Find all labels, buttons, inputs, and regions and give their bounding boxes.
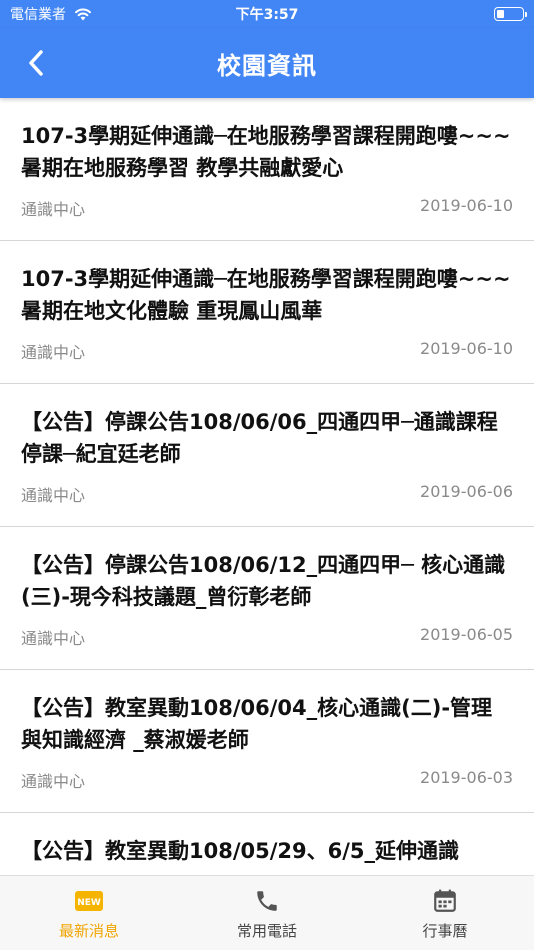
news-date: 2019-06-06 xyxy=(420,482,513,501)
news-source: 通識中心 xyxy=(21,200,86,219)
status-bar: 電信業者 下午3:57 xyxy=(0,0,534,28)
news-date: 2019-06-05 xyxy=(420,625,513,644)
news-item[interactable]: 【公告】停課公告108/06/12_四通四甲─ 核心通識(三)-現今科技議題_曾… xyxy=(0,527,534,670)
page-title: 校園資訊 xyxy=(217,51,317,80)
news-item[interactable]: 【公告】教室異動108/06/04_核心通識(二)-管理與知識經濟 _蔡淑媛老師… xyxy=(0,670,534,813)
tab-latest-news[interactable]: NEW 最新消息 xyxy=(0,876,178,950)
news-title: 【公告】停課公告108/06/12_四通四甲─ 核心通識(三)-現今科技議題_曾… xyxy=(21,553,506,609)
news-source: 通識中心 xyxy=(21,629,86,648)
tab-label: 最新消息 xyxy=(58,922,119,940)
phone-icon xyxy=(252,886,282,916)
news-title: 107-3學期延伸通識─在地服務學習課程開跑嘍~~~ 暑期在地服務學習 教學共融… xyxy=(21,124,511,180)
news-item[interactable]: 107-3學期延伸通識─在地服務學習課程開跑嘍~~~ 暑期在地服務學習 教學共融… xyxy=(0,98,534,241)
news-list[interactable]: 107-3學期延伸通識─在地服務學習課程開跑嘍~~~ 暑期在地服務學習 教學共融… xyxy=(0,98,534,875)
news-item[interactable]: 【公告】停課公告108/06/06_四通四甲─通識課程停課─紀宜廷老師 通識中心… xyxy=(0,384,534,527)
tab-bar: NEW 最新消息 常用電話 行事曆 xyxy=(0,875,534,950)
back-button[interactable] xyxy=(18,45,54,81)
news-title: 【公告】教室異動108/05/29、6/5_延伸通識 xyxy=(21,839,460,863)
news-date: 2019-06-10 xyxy=(420,196,513,215)
calendar-icon xyxy=(430,886,460,916)
svg-text:NEW: NEW xyxy=(77,898,101,908)
news-title: 【公告】停課公告108/06/06_四通四甲─通識課程停課─紀宜廷老師 xyxy=(21,410,498,466)
news-title: 107-3學期延伸通識─在地服務學習課程開跑嘍~~~ 暑期在地文化體驗 重現鳳山… xyxy=(21,267,511,323)
tab-phone[interactable]: 常用電話 xyxy=(178,876,356,950)
news-source: 通識中心 xyxy=(21,486,86,505)
nav-bar: 校園資訊 xyxy=(0,28,534,98)
chevron-left-icon xyxy=(29,50,43,76)
news-source: 通識中心 xyxy=(21,343,86,362)
carrier-name: 電信業者 xyxy=(10,7,66,23)
tab-label: 行事曆 xyxy=(422,922,468,940)
news-source: 通識中心 xyxy=(21,772,86,791)
battery-icon xyxy=(494,7,527,21)
news-date: 2019-06-03 xyxy=(420,768,513,787)
battery-level xyxy=(497,10,504,18)
carrier-group: 電信業者 xyxy=(10,4,92,24)
news-title: 【公告】教室異動108/06/04_核心通識(二)-管理與知識經濟 _蔡淑媛老師 xyxy=(21,696,493,752)
new-badge-icon: NEW xyxy=(74,886,104,916)
news-item[interactable]: 107-3學期延伸通識─在地服務學習課程開跑嘍~~~ 暑期在地文化體驗 重現鳳山… xyxy=(0,241,534,384)
tab-label: 常用電話 xyxy=(236,922,297,940)
news-item[interactable]: 【公告】教室異動108/05/29、6/5_延伸通識 xyxy=(0,813,534,875)
wifi-icon xyxy=(75,8,91,21)
news-date: 2019-06-10 xyxy=(420,339,513,358)
tab-calendar[interactable]: 行事曆 xyxy=(356,876,534,950)
